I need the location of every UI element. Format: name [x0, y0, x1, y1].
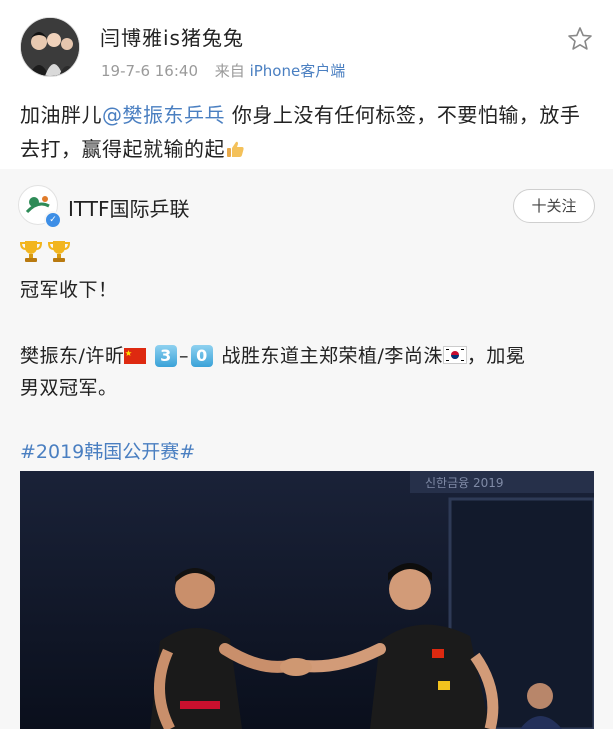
post-time: 19-7-6 16:40 [101, 62, 198, 80]
verified-icon: ✓ [44, 211, 62, 229]
result-line-2: 男双冠军。 [20, 377, 118, 399]
thumbs-up-icon [227, 141, 244, 157]
post-meta: 19-7-6 16:40 来自 iPhone客户端 [101, 60, 345, 81]
result-line: 樊振东/许昕 3–0 战胜东道主郑荣植/李尚洙 ，加冕 [20, 339, 595, 373]
star-icon[interactable] [567, 26, 593, 52]
score-left: 3 [154, 345, 177, 367]
post-header: 闫博雅is猪兔兔 19-7-6 16:40 来自 iPhone客户端 [0, 0, 613, 90]
mention-link[interactable]: @樊振东乒乓 [102, 103, 225, 127]
hashtag-link[interactable]: #2019韩国公开赛# [20, 437, 195, 464]
source-prefix: 来自 [214, 62, 245, 80]
repost-card[interactable]: ✓ ITTF国际乒联 十关注 冠军收下！ 樊振东/许昕 3–0 战胜东道主郑荣植… [0, 169, 613, 729]
trophy-icon [48, 241, 70, 262]
china-flag-icon [124, 348, 147, 364]
post-text-start: 加油胖儿 [20, 103, 102, 127]
korea-flag-icon [442, 346, 467, 364]
trophies [20, 239, 76, 265]
trophy-icon [20, 241, 42, 262]
client-link[interactable]: iPhone客户端 [250, 62, 346, 80]
match-photo[interactable]: 신한금융 2019 [20, 471, 594, 729]
champion-text: 冠军收下！ [20, 279, 118, 301]
result-crowned: ，加冕 [466, 345, 526, 367]
post-text: 加油胖儿@樊振东乒乓 你身上没有任何标签，不要怕输，放手去打，赢得起就输的起 [20, 98, 600, 166]
author-name[interactable]: 闫博雅is猪兔兔 [100, 22, 244, 51]
repost-account-name[interactable]: ITTF国际乒联 [68, 193, 189, 222]
avatar[interactable] [20, 17, 80, 77]
score-right: 0 [190, 345, 213, 367]
score-dash: – [178, 345, 189, 367]
follow-button[interactable]: 十关注 [513, 189, 595, 223]
result-players: 樊振东/许昕 [20, 345, 125, 367]
arena-banner-text: 신한금융 2019 [425, 476, 504, 490]
result-opponents: 战胜东道主郑荣植/李尚洙 [214, 345, 443, 367]
